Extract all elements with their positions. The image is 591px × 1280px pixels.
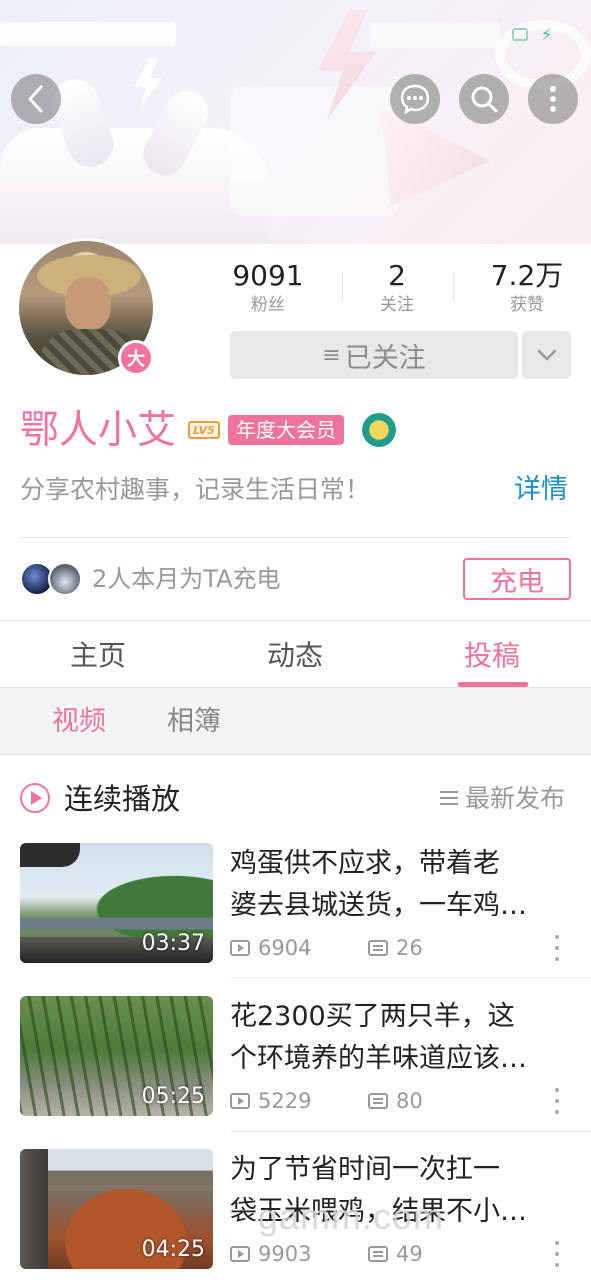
detail-link[interactable]: 详情 <box>514 472 568 508</box>
play-count-icon <box>230 1246 250 1262</box>
play-circle-icon[interactable] <box>20 783 50 813</box>
charge-button[interactable]: 充电 <box>463 558 571 600</box>
list-divider <box>230 1131 591 1132</box>
video-item[interactable]: 03:37 鸡蛋供不应求，带着老 婆去县城送货，一车鸡… 6904 26 <box>0 843 591 993</box>
stat-label: 粉丝 <box>251 295 285 315</box>
menu-lines-icon: ≡ <box>322 342 341 368</box>
charge-info[interactable]: 2人本月为TA充电 <box>92 562 280 596</box>
lightning-decoration <box>134 58 162 108</box>
play-count-icon <box>230 940 250 956</box>
follow-dropdown-button[interactable] <box>522 331 571 379</box>
stat-divider <box>342 272 343 300</box>
stat-value: 2 <box>388 259 406 292</box>
video-danmaku: 49 <box>368 1241 423 1267</box>
danmaku-icon <box>368 1093 388 1109</box>
list-divider <box>230 977 591 978</box>
avatar-face <box>65 277 111 331</box>
profile-banner: ⚡ <box>0 0 591 244</box>
video-plays: 5229 <box>230 1088 311 1114</box>
message-button[interactable] <box>390 74 440 124</box>
danmaku-icon <box>368 940 388 956</box>
camera-status-icon <box>512 28 528 41</box>
medal-icon[interactable] <box>362 413 396 447</box>
stat-label: 关注 <box>380 295 414 315</box>
more-vertical-icon <box>550 86 556 112</box>
followed-label: 已关注 <box>344 342 426 374</box>
chevron-down-icon <box>537 349 556 361</box>
video-duration: 04:25 <box>141 1237 205 1262</box>
thumbnail-detail <box>20 843 80 867</box>
video-title-line: 婆去县城送货，一车鸡… <box>230 890 527 921</box>
video-duration: 05:25 <box>141 1084 205 1109</box>
level-badge[interactable]: LV5 <box>188 421 220 439</box>
vip-badge[interactable]: 年度大会员 <box>228 415 344 445</box>
charge-supporters[interactable] <box>20 562 82 596</box>
video-plays: 6904 <box>230 935 311 961</box>
user-name: 鄂人小艾 <box>20 408 177 453</box>
stat-fans[interactable]: 9091 粉丝 <box>228 258 308 316</box>
more-button[interactable] <box>528 74 578 124</box>
stat-label: 获赞 <box>510 295 544 315</box>
play-count-icon <box>230 1093 250 1109</box>
subtab-albums[interactable]: 相簿 <box>167 702 221 742</box>
tab-dynamics[interactable]: 动态 <box>255 636 335 676</box>
danmaku-icon <box>368 1246 388 1262</box>
search-button[interactable] <box>459 74 509 124</box>
video-item[interactable]: 05:25 花2300买了两只羊，这 个环境养的羊味道应该… 5229 80 <box>0 996 591 1146</box>
stat-divider <box>453 272 454 300</box>
supporter-avatar <box>48 562 82 596</box>
subtab-videos[interactable]: 视频 <box>52 702 106 742</box>
charging-icon: ⚡ <box>541 25 553 44</box>
thumbnail-detail <box>20 1149 48 1269</box>
more-vertical-icon[interactable] <box>552 1241 562 1267</box>
danmaku-count: 26 <box>396 936 423 960</box>
video-danmaku: 26 <box>368 935 423 961</box>
tab-submissions[interactable]: 投稿 <box>452 636 532 676</box>
video-thumbnail[interactable]: 05:25 <box>20 996 213 1116</box>
search-icon <box>471 86 498 113</box>
video-thumbnail[interactable]: 04:25 <box>20 1149 213 1269</box>
tabs-divider <box>0 620 591 621</box>
play-count: 9903 <box>258 1242 312 1266</box>
more-vertical-icon[interactable] <box>552 1088 562 1114</box>
video-title-line: 鸡蛋供不应求，带着老 <box>230 848 500 879</box>
video-thumbnail[interactable]: 03:37 <box>20 843 213 963</box>
user-bio: 分享农村趣事，记录生活日常！ <box>20 475 371 504</box>
stat-likes[interactable]: 7.2万 获赞 <box>480 258 574 316</box>
play-all-button[interactable]: 连续播放 <box>64 778 180 820</box>
play-count: 5229 <box>258 1089 312 1113</box>
danmaku-count: 49 <box>396 1242 423 1266</box>
back-button[interactable] <box>11 74 61 124</box>
banner-decoration <box>230 86 400 216</box>
video-plays: 9903 <box>230 1241 311 1267</box>
watermark: gamm.com <box>258 1196 445 1237</box>
stat-following[interactable]: 2 关注 <box>355 258 439 316</box>
stat-value: 9091 <box>232 259 304 292</box>
chevron-left-icon <box>28 85 43 113</box>
video-danmaku: 80 <box>368 1088 423 1114</box>
play-count: 6904 <box>258 936 312 960</box>
video-duration: 03:37 <box>141 931 205 956</box>
video-title-line: 个环境养的羊味道应该… <box>230 1043 527 1074</box>
tab-home[interactable]: 主页 <box>58 636 138 676</box>
video-title[interactable]: 鸡蛋供不应求，带着老 婆去县城送货，一车鸡… <box>230 843 570 927</box>
followed-button[interactable]: ≡ 已关注 <box>230 331 518 379</box>
status-bar-mask <box>0 22 176 46</box>
video-title-line: 为了节省时间一次扛一 <box>230 1154 500 1185</box>
video-title[interactable]: 花2300买了两只羊，这 个环境养的羊味道应该… <box>230 996 570 1080</box>
section-divider <box>20 537 571 538</box>
sort-lines-icon[interactable] <box>440 791 458 805</box>
danmaku-count: 80 <box>396 1089 423 1113</box>
chat-bubble-icon <box>400 84 430 115</box>
stat-value: 7.2万 <box>490 259 564 292</box>
verified-badge: 大 <box>118 340 154 376</box>
status-bar-mask <box>370 22 500 48</box>
more-vertical-icon[interactable] <box>552 935 562 961</box>
sort-button[interactable]: 最新发布 <box>465 780 565 818</box>
video-title-line: 花2300买了两只羊，这 <box>230 1001 515 1032</box>
